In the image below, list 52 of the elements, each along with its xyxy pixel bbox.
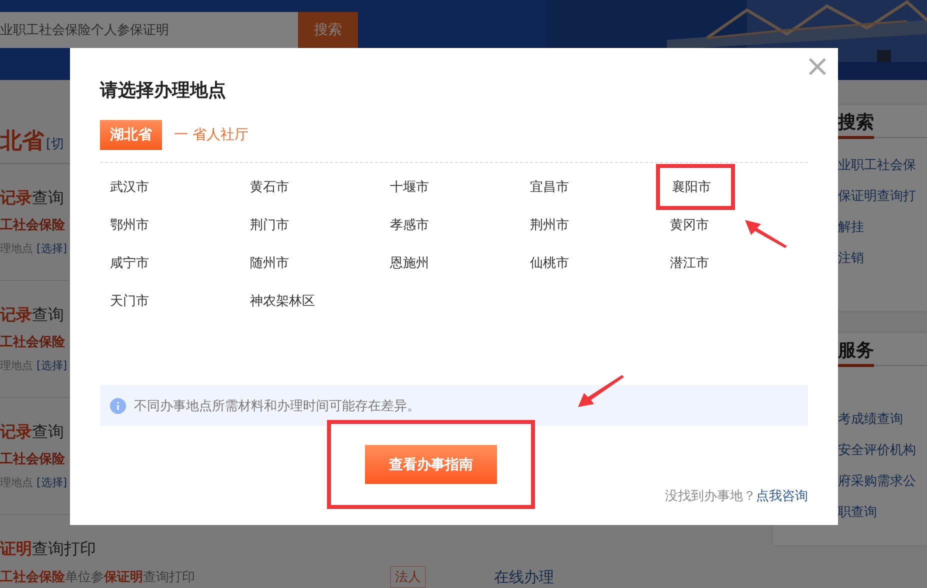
city-link[interactable]: 武汉市 bbox=[110, 178, 149, 196]
side-link[interactable]: 安全评价机构 bbox=[838, 441, 927, 459]
side-link[interactable]: 注销 bbox=[838, 249, 927, 267]
city-link[interactable]: 潜江市 bbox=[670, 254, 709, 272]
city-link[interactable]: 咸宁市 bbox=[110, 254, 149, 272]
city-link[interactable]: 仙桃市 bbox=[530, 254, 569, 272]
city-link[interactable]: 神农架林区 bbox=[250, 292, 315, 310]
close-button[interactable]: × bbox=[804, 52, 830, 82]
arrow-icon bbox=[745, 220, 787, 248]
dialog-title: 请选择办理地点 bbox=[100, 79, 227, 102]
choose-link[interactable]: [选择] bbox=[36, 359, 68, 372]
side-link[interactable]: 考成绩查询 bbox=[838, 410, 927, 428]
notice-text: 不同办事地点所需材料和办理时间可能存在差异。 bbox=[134, 398, 420, 414]
switch-link[interactable]: [切 bbox=[46, 135, 64, 153]
department-label[interactable]: 一 省人社厅 bbox=[174, 126, 248, 144]
city-link[interactable]: 荆州市 bbox=[530, 216, 569, 234]
service-description: 工社会保险单位参保证明查询打印 bbox=[0, 569, 195, 586]
choose-link[interactable]: [选择] bbox=[36, 242, 68, 255]
city-link[interactable]: 宜昌市 bbox=[530, 178, 569, 196]
side-link[interactable]: 府采购需求公 bbox=[838, 472, 927, 490]
service-title[interactable]: 记录查询 bbox=[0, 422, 64, 443]
side-link[interactable]: 职查询 bbox=[838, 503, 927, 521]
service-title[interactable]: 证明查询打印 bbox=[0, 539, 96, 560]
consult-link[interactable]: 点我咨询 bbox=[756, 487, 808, 505]
help-text: 没找到办事地？ bbox=[665, 488, 756, 505]
city-link[interactable]: 黄冈市 bbox=[670, 216, 709, 234]
city-link[interactable]: 鄂州市 bbox=[110, 216, 149, 234]
service-title[interactable]: 记录查询 bbox=[0, 188, 64, 209]
city-link[interactable]: 孝感市 bbox=[390, 216, 429, 234]
city-link[interactable]: 天门市 bbox=[110, 292, 149, 310]
side-link[interactable]: 业职工社会保 bbox=[838, 156, 927, 174]
service-category: 工社会保险 bbox=[0, 334, 65, 351]
info-icon bbox=[110, 398, 126, 414]
search-button[interactable]: 搜索 bbox=[298, 12, 358, 48]
online-link[interactable]: 在线办理 bbox=[494, 568, 554, 586]
city-link[interactable]: 恩施州 bbox=[390, 254, 429, 272]
service-category: 工社会保险 bbox=[0, 217, 65, 234]
city-link[interactable]: 黄石市 bbox=[250, 178, 289, 196]
side-link[interactable]: 保证明查询打 bbox=[838, 187, 927, 205]
province-tab[interactable]: 湖北省 bbox=[100, 120, 162, 150]
side-link[interactable]: 解挂 bbox=[838, 218, 927, 236]
arrow-icon bbox=[578, 375, 624, 407]
city-link[interactable]: 荆门市 bbox=[250, 216, 289, 234]
service-category: 工社会保险 bbox=[0, 451, 65, 468]
service-title[interactable]: 记录查询 bbox=[0, 305, 64, 326]
guide-button[interactable]: 查看办事指南 bbox=[365, 445, 497, 484]
city-link[interactable]: 十堰市 bbox=[390, 178, 429, 196]
choose-link[interactable]: [选择] bbox=[36, 476, 68, 489]
legal-person-tag: 法人 bbox=[390, 566, 426, 588]
city-link[interactable]: 随州市 bbox=[250, 254, 289, 272]
search-field[interactable]: 业职工社会保险个人参保证明 bbox=[0, 12, 298, 48]
city-link[interactable]: 襄阳市 bbox=[656, 164, 735, 210]
